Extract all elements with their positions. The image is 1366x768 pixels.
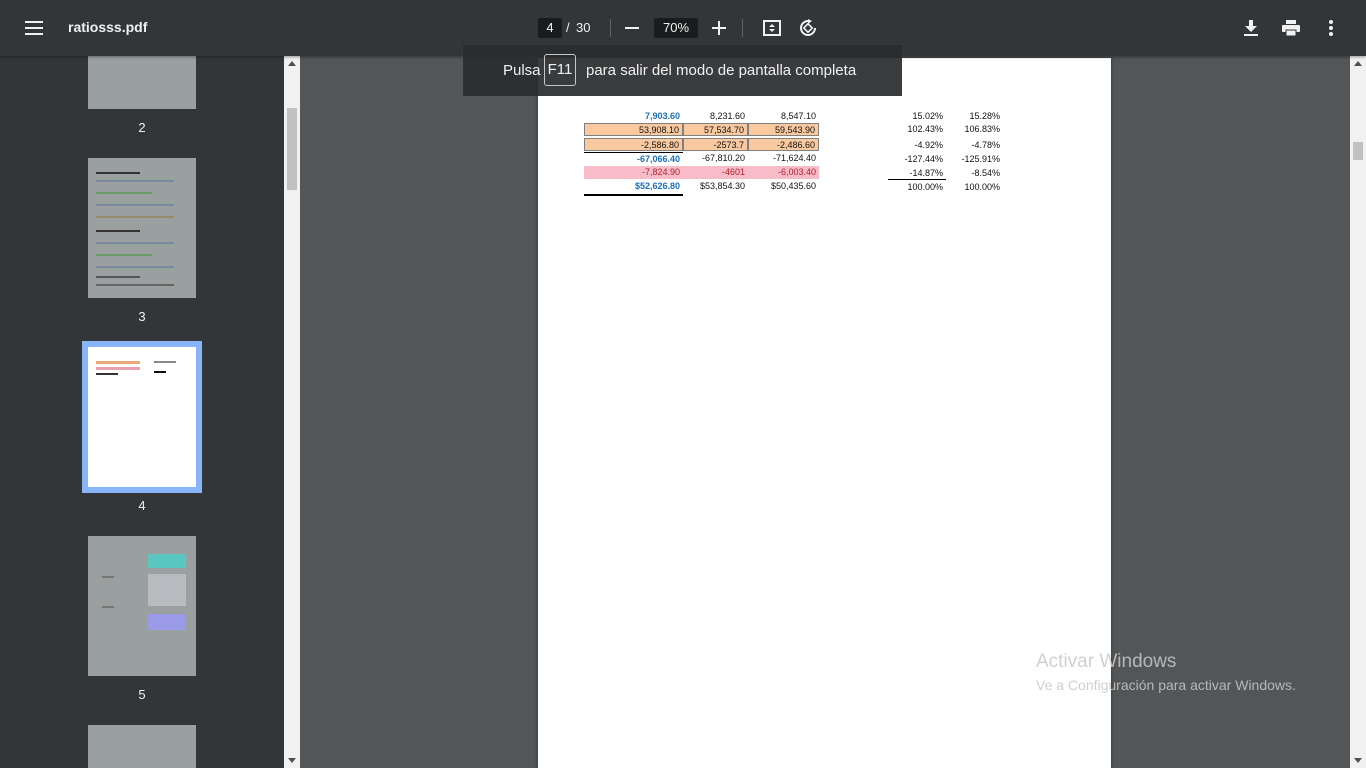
percent-cell: -4.78%	[971, 140, 1000, 150]
table-cell: 53,908.10	[584, 123, 683, 136]
table-cell: $50,435.60	[770, 181, 816, 191]
print-icon	[1282, 20, 1300, 36]
zoom-in-button[interactable]	[701, 10, 737, 46]
sidebar-scrollbar-thumb[interactable]	[287, 108, 297, 190]
thumbnail-label: 3	[138, 309, 146, 324]
table-cell: 7,903.60	[644, 111, 680, 121]
table-cell: -67,066.40	[584, 152, 683, 165]
download-icon	[1244, 20, 1258, 36]
thumbnail-page-5[interactable]	[88, 536, 196, 676]
percent-cell: -125.91%	[961, 154, 1000, 164]
page-separator: /	[566, 20, 570, 35]
more-vert-icon	[1329, 20, 1333, 36]
scroll-down-arrow-icon[interactable]	[1354, 758, 1362, 763]
f11-key-badge: F11	[544, 54, 576, 86]
page-number-input[interactable]: 4	[538, 18, 562, 38]
more-options-button[interactable]	[1313, 10, 1349, 46]
percent-cell: 100.00%	[964, 182, 1000, 192]
percent-cell: -4.92%	[914, 140, 943, 150]
document-scrollbar[interactable]	[1350, 56, 1366, 768]
zoom-input[interactable]: 70%	[654, 18, 698, 38]
total-pages: 30	[576, 20, 591, 35]
table-cell: 59,543.90	[748, 123, 819, 136]
notice-text: para salir del modo de pantalla completa	[586, 62, 857, 79]
activation-watermark-subtitle: Ve a Configuración para activar Windows.	[1036, 677, 1296, 693]
sidebar-scrollbar[interactable]	[284, 56, 300, 768]
notice-prefix: Pulsa	[503, 62, 541, 79]
percent-cell: -8.54%	[971, 168, 1000, 178]
table-cell: 8,547.10	[780, 111, 816, 121]
thumbnail-page-6[interactable]	[88, 725, 196, 768]
table-cell: 8,231.60	[709, 111, 745, 121]
percent-cell: 102.43%	[907, 124, 943, 134]
thumbnail-sidebar: 2 3 4 5	[0, 56, 284, 768]
table-cell: -71,624.40	[772, 153, 816, 163]
minus-icon	[625, 27, 639, 29]
thumbnail-page-2[interactable]	[88, 56, 196, 109]
table-cell: $52,626.80	[584, 180, 683, 196]
percent-cell: -14.87%	[888, 167, 946, 180]
table-cell: -6,003.40	[748, 166, 819, 179]
plus-icon	[712, 21, 726, 35]
fit-to-page-icon	[763, 20, 781, 36]
fullscreen-exit-notice: Pulsa F11 para salir del modo de pantall…	[463, 45, 902, 96]
scroll-up-arrow-icon[interactable]	[288, 61, 296, 66]
table-cell: -7,824.90	[584, 166, 683, 179]
thumbnail-page-4[interactable]	[88, 347, 196, 487]
activation-watermark-title: Activar Windows	[1036, 651, 1177, 672]
rotate-icon	[800, 19, 816, 36]
thumbnail-page-3[interactable]	[88, 158, 196, 298]
file-title: ratiosss.pdf	[68, 19, 148, 35]
rotate-button[interactable]	[790, 10, 826, 46]
zoom-out-button[interactable]	[614, 10, 650, 46]
table-cell: -2,486.60	[748, 138, 819, 151]
table-cell: $53,854.30	[699, 181, 745, 191]
percent-cell: -127.44%	[904, 154, 943, 164]
thumbnail-label: 5	[138, 687, 146, 702]
table-cell: -2,586.80	[584, 138, 683, 151]
fit-page-button[interactable]	[754, 10, 790, 46]
thumbnail-label: 4	[138, 498, 146, 513]
thumbnail-label: 2	[138, 120, 146, 135]
download-button[interactable]	[1233, 10, 1269, 46]
menu-icon[interactable]	[16, 10, 52, 46]
toolbar-divider	[610, 19, 611, 37]
table-cell: -2573.7	[683, 138, 748, 151]
table-cell: -67,810.20	[701, 153, 745, 163]
scroll-down-arrow-icon[interactable]	[288, 758, 296, 763]
percent-cell: 100.00%	[907, 182, 943, 192]
percent-cell: 15.02%	[912, 111, 943, 121]
scroll-up-arrow-icon[interactable]	[1354, 61, 1362, 66]
percent-cell: 15.28%	[969, 111, 1000, 121]
percent-cell: 106.83%	[964, 124, 1000, 134]
table-cell: -4601	[683, 166, 748, 179]
print-button[interactable]	[1273, 10, 1309, 46]
pdf-page-4: 7,903.60 53,908.10 -2,586.80 -67,066.40 …	[538, 58, 1111, 768]
toolbar-divider	[742, 19, 743, 37]
document-scrollbar-thumb[interactable]	[1353, 142, 1363, 160]
table-cell: 57,534.70	[683, 123, 748, 136]
